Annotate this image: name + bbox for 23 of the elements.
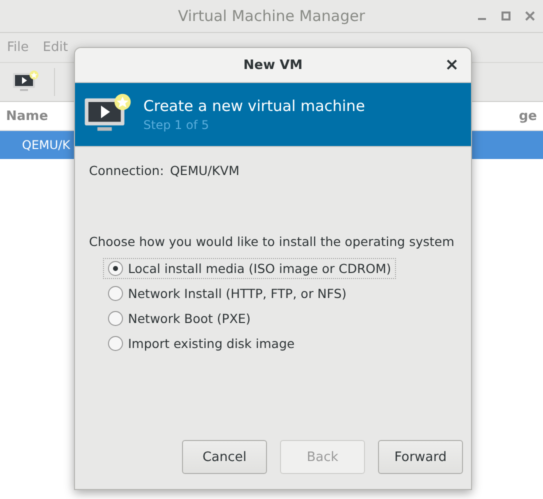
connection-label: Connection:: [89, 163, 164, 178]
radio-icon[interactable]: [108, 336, 123, 351]
banner-title: Create a new virtual machine: [143, 97, 365, 115]
window-title: Virtual Machine Manager: [178, 7, 366, 25]
connection-value: QEMU/KVM: [170, 163, 240, 178]
maximize-icon[interactable]: [501, 11, 511, 21]
column-header[interactable]: ge: [518, 108, 537, 124]
install-prompt: Choose how you would like to install the operating system: [89, 234, 456, 249]
radio-icon[interactable]: [108, 286, 123, 301]
dialog-button[interactable]: Cancel: [182, 440, 267, 474]
radio-option[interactable]: Import existing disk image: [103, 333, 300, 354]
close-icon[interactable]: [525, 11, 535, 21]
column-header[interactable]: Name: [6, 108, 48, 124]
radio-option[interactable]: Network Boot (PXE): [103, 308, 256, 329]
radio-option[interactable]: Network Install (HTTP, FTP, or NFS): [103, 283, 352, 304]
step-label: Step 1 of 5: [143, 118, 210, 132]
new-vm-icon[interactable]: [12, 70, 40, 94]
dialog-title: New VM: [243, 58, 303, 72]
radio-option[interactable]: Local install media (ISO image or CDROM): [103, 258, 396, 279]
dialog-button[interactable]: Forward: [378, 440, 463, 474]
radio-icon[interactable]: [108, 261, 123, 276]
radio-icon[interactable]: [108, 311, 123, 326]
close-button[interactable]: ×: [440, 55, 463, 75]
